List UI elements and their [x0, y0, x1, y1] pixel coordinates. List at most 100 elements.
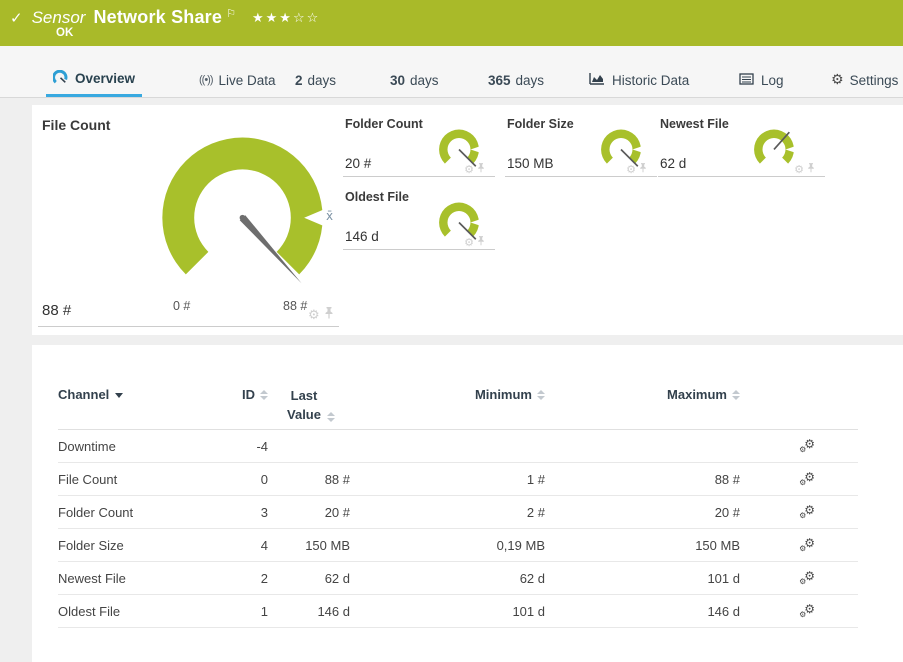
- channel-name: Folder Size: [58, 538, 208, 553]
- newest-file-gauge: [751, 128, 797, 174]
- mean-marker: x̄: [326, 209, 333, 223]
- tab-live-data[interactable]: ((•)) Live Data: [192, 63, 283, 97]
- tab-2-days[interactable]: 2 days: [288, 63, 343, 97]
- tab-30-days[interactable]: 30 days: [383, 63, 446, 97]
- gauge-settings-gear-icon[interactable]: ⚙: [464, 163, 474, 176]
- gauge-settings-gear-icon[interactable]: ⚙: [308, 308, 320, 323]
- last-value: 146 d: [268, 604, 350, 619]
- channel-settings-icon[interactable]: ⚙⚙: [799, 571, 817, 586]
- tab-label: Overview: [75, 71, 135, 86]
- gauge-value: 20 #: [345, 156, 371, 171]
- tab-settings[interactable]: ⚙ Settings: [824, 63, 903, 97]
- sort-icon: [537, 390, 545, 400]
- gauge-settings-gear-icon[interactable]: ⚙: [626, 163, 636, 176]
- gauge-section-folder-size: Folder Size 150 MB ⚙: [505, 115, 657, 177]
- tab-label: Log: [761, 73, 784, 88]
- favorite-flag-icon[interactable]: ⚐: [226, 7, 236, 20]
- sort-icon: [260, 390, 268, 400]
- log-list-icon: [739, 73, 754, 88]
- gauge-settings-gear-icon[interactable]: ⚙: [464, 236, 474, 249]
- channel-name: Oldest File: [58, 604, 208, 619]
- minimum-value: 62 d: [350, 571, 545, 586]
- tab-365-days[interactable]: 365 days: [481, 63, 551, 97]
- gauge-section-folder-count: Folder Count 20 # ⚙: [343, 115, 495, 177]
- gauge-title: Oldest File: [345, 190, 409, 204]
- channel-settings-icon[interactable]: ⚙⚙: [799, 505, 817, 520]
- table-row: Folder Count 3 20 # 2 # 20 # ⚙⚙: [58, 496, 858, 529]
- maximum-value: 20 #: [545, 505, 740, 520]
- gear-icon: ⚙: [831, 72, 844, 88]
- object-kind-label: Sensor: [32, 8, 86, 28]
- tab-label: Live Data: [219, 73, 276, 88]
- historic-chart-icon: [589, 72, 605, 88]
- pin-icon[interactable]: [807, 160, 815, 178]
- sort-desc-icon: [115, 393, 123, 398]
- channel-name: Newest File: [58, 571, 208, 586]
- channel-id: 1: [208, 604, 268, 619]
- column-header-minimum[interactable]: Minimum: [350, 387, 545, 402]
- gauge-scale-min: 0 #: [173, 299, 190, 313]
- pin-icon[interactable]: [324, 306, 334, 324]
- last-value: 150 MB: [268, 538, 350, 553]
- gauge-settings-gear-icon[interactable]: ⚙: [794, 163, 804, 176]
- column-header-last-value[interactable]: Last Value: [268, 387, 350, 425]
- channel-id: 3: [208, 505, 268, 520]
- maximum-value: 150 MB: [545, 538, 740, 553]
- channel-settings-icon[interactable]: ⚙⚙: [799, 604, 817, 619]
- channel-name: File Count: [58, 472, 208, 487]
- column-header-maximum[interactable]: Maximum: [545, 387, 740, 402]
- gauge-value: 62 d: [660, 156, 686, 171]
- table-row: Newest File 2 62 d 62 d 101 d ⚙⚙: [58, 562, 858, 595]
- table-header-row: Channel ID Last Value Minimum Maximum: [58, 385, 858, 430]
- sensor-name: Network Share: [93, 7, 222, 28]
- gauge-title: Folder Count: [345, 117, 423, 131]
- gauge-title-file-count: File Count: [42, 117, 110, 133]
- channels-panel: Channel ID Last Value Minimum Maximum Do…: [32, 345, 903, 662]
- table-row: Folder Size 4 150 MB 0,19 MB 150 MB ⚙⚙: [58, 529, 858, 562]
- tab-number: 2: [295, 73, 303, 88]
- last-value: 88 #: [268, 472, 350, 487]
- last-value: 20 #: [268, 505, 350, 520]
- priority-stars[interactable]: ★★★☆☆: [252, 11, 320, 26]
- status-ok-check-icon: ✓: [10, 9, 23, 27]
- tab-bar: Overview ((•)) Live Data 2 days 30 days …: [0, 46, 903, 98]
- file-count-gauge: [150, 127, 335, 292]
- minimum-value: 1 #: [350, 472, 545, 487]
- tab-unit: days: [410, 73, 439, 88]
- channel-settings-icon[interactable]: ⚙⚙: [799, 439, 817, 454]
- section-divider: [38, 326, 339, 327]
- tab-number: 365: [488, 73, 511, 88]
- gauge-value: 150 MB: [507, 156, 554, 171]
- channel-id: -4: [208, 439, 268, 454]
- live-data-icon: ((•)): [199, 74, 213, 86]
- channel-name: Downtime: [58, 439, 208, 454]
- gauge-scale-max: 88 #: [283, 299, 307, 313]
- channel-settings-icon[interactable]: ⚙⚙: [799, 538, 817, 553]
- tab-unit: days: [516, 73, 545, 88]
- maximum-value: 101 d: [545, 571, 740, 586]
- pin-icon[interactable]: [477, 160, 485, 178]
- table-row: File Count 0 88 # 1 # 88 # ⚙⚙: [58, 463, 858, 496]
- pin-icon[interactable]: [639, 160, 647, 178]
- channel-id: 4: [208, 538, 268, 553]
- gauge-section-newest-file: Newest File 62 d ⚙: [658, 115, 825, 177]
- sensor-status-bar: ✓ Sensor Network Share ⚐ ★★★☆☆ OK: [0, 0, 903, 46]
- channel-id: 0: [208, 472, 268, 487]
- gauge-title: Newest File: [660, 117, 729, 131]
- tab-label: Historic Data: [612, 73, 689, 88]
- table-row: Downtime -4 ⚙⚙: [58, 430, 858, 463]
- channel-settings-icon[interactable]: ⚙⚙: [799, 472, 817, 487]
- tab-overview[interactable]: Overview: [46, 63, 142, 97]
- minimum-value: 0,19 MB: [350, 538, 545, 553]
- pin-icon[interactable]: [477, 233, 485, 251]
- tab-historic-data[interactable]: Historic Data: [582, 63, 696, 97]
- column-header-channel[interactable]: Channel: [58, 387, 208, 402]
- minimum-value: 2 #: [350, 505, 545, 520]
- table-row: Oldest File 1 146 d 101 d 146 d ⚙⚙: [58, 595, 858, 628]
- maximum-value: 88 #: [545, 472, 740, 487]
- last-value: 62 d: [268, 571, 350, 586]
- tab-unit: days: [308, 73, 337, 88]
- gauge-icon: [53, 70, 68, 88]
- column-header-id[interactable]: ID: [208, 387, 268, 402]
- tab-log[interactable]: Log: [732, 63, 791, 97]
